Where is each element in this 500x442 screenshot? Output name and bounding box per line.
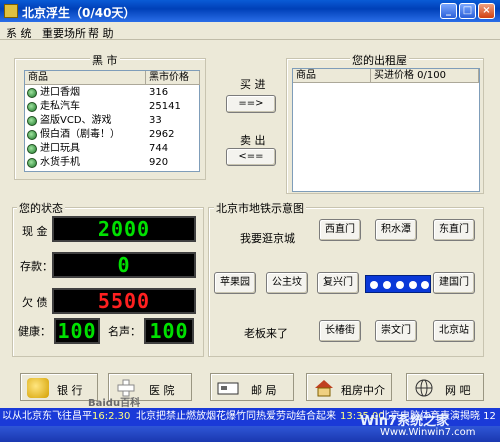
deposit-display: 0: [52, 252, 196, 278]
ticker-text-2: 北京把禁止燃放烟花爆竹同热爱劳动结合起来: [136, 411, 336, 422]
envelope-icon: [217, 378, 239, 398]
deposit-label: 存款：: [20, 260, 53, 273]
rental-list[interactable]: 商品 买进价格 0/100: [292, 68, 480, 192]
station-dot: [370, 281, 378, 289]
maximize-button[interactable]: □: [459, 3, 476, 19]
station-beijingzhan-button[interactable]: 北京站: [433, 320, 475, 342]
list-item[interactable]: 水货手机 920: [25, 156, 199, 170]
station-dot: [383, 281, 391, 289]
subway-line-track: [365, 275, 431, 293]
goods-icon: [27, 88, 37, 98]
cash-display: 2000: [52, 216, 196, 242]
black-market-col-item[interactable]: 商品: [25, 71, 146, 85]
debt-label: 欠 债: [22, 296, 48, 309]
station-fuxingmen-button[interactable]: 复兴门: [317, 272, 359, 294]
goods-icon: [27, 102, 37, 112]
station-dot: [396, 281, 404, 289]
black-market-list[interactable]: 商品 黑市价格 进口香烟 316 走私汽车 25141 盗版VCD、游戏 33 假白酒…: [24, 70, 200, 172]
station-dot: [409, 281, 417, 289]
status-label: 您的状态: [17, 200, 65, 216]
list-item[interactable]: 假白酒（剧毒！） 2962: [25, 128, 199, 142]
minimize-button[interactable]: _: [440, 3, 457, 19]
list-item[interactable]: 进口香烟 316: [25, 86, 199, 100]
subway-row3-text: 老板来了: [244, 327, 288, 340]
title-bar: 北京浮生（0/40天） _ □ ×: [0, 0, 500, 22]
list-item[interactable]: 进口玩具 744: [25, 142, 199, 156]
baidu-watermark: Baidu百科: [88, 398, 141, 409]
buy-button[interactable]: ==>: [226, 95, 276, 113]
house-icon: [313, 378, 335, 398]
station-jianguomen-button[interactable]: 建国门: [433, 272, 475, 294]
post-office-button[interactable]: 邮 局: [210, 373, 294, 401]
goods-icon: [27, 158, 37, 168]
station-gongzhufen-button[interactable]: 公主坟: [266, 272, 308, 294]
rental-label: 您的出租屋: [350, 52, 409, 68]
cash-label: 现 金: [22, 225, 48, 238]
subway-row1-text: 我要逛京城: [240, 232, 295, 245]
debt-display: 5500: [52, 288, 196, 314]
list-item[interactable]: 盗版VCD、游戏 33: [25, 114, 199, 128]
ticker-time-1: 16:2.30: [92, 411, 131, 422]
station-jishuitan-button[interactable]: 积水潭: [375, 219, 417, 241]
black-market-label: 黑 市: [90, 52, 120, 68]
station-dongzhimen-button[interactable]: 东直门: [433, 219, 475, 241]
close-button[interactable]: ×: [478, 3, 495, 19]
black-market-col-price[interactable]: 黑市价格: [146, 71, 200, 85]
fame-display: 100: [144, 318, 194, 344]
bank-icon: [27, 378, 49, 398]
station-pingguoyuan-button[interactable]: 苹果园: [214, 272, 256, 294]
goods-icon: [27, 130, 37, 140]
globe-icon: [413, 378, 435, 398]
list-item[interactable]: 走私汽车 25141: [25, 100, 199, 114]
subway-label: 北京市地铁示意图: [214, 200, 306, 216]
goods-icon: [27, 116, 37, 126]
station-xizhimen-button[interactable]: 西直门: [319, 219, 361, 241]
goods-icon: [27, 144, 37, 154]
station-chongwenmen-button[interactable]: 崇文门: [375, 320, 417, 342]
fame-label: 名声：: [108, 325, 141, 338]
buy-label: 买 进: [240, 78, 266, 91]
winwin7-url: Www.Winwin7.com: [380, 427, 476, 438]
menu-bar: 系 统 重要场所 帮 助: [0, 22, 500, 40]
window-title: 北京浮生（0/40天）: [22, 6, 136, 20]
rental-agency-button[interactable]: 租房中介: [306, 373, 392, 401]
ticker-text-1: 以从北京东飞往昌平: [2, 411, 92, 422]
health-display: 100: [54, 318, 100, 344]
rental-col-item[interactable]: 商品: [293, 69, 371, 83]
internet-cafe-button[interactable]: 网 吧: [406, 373, 484, 401]
bank-button[interactable]: 银 行: [20, 373, 98, 401]
menu-places[interactable]: 重要场所: [42, 25, 86, 41]
health-label: 健康：: [18, 325, 51, 338]
station-dot: [421, 281, 429, 289]
sell-label: 卖 出: [240, 134, 266, 147]
menu-help[interactable]: 帮 助: [88, 25, 114, 41]
station-changchunjie-button[interactable]: 长椿街: [319, 320, 361, 342]
menu-system[interactable]: 系 统: [6, 25, 32, 41]
sell-button[interactable]: <==: [226, 148, 276, 166]
rental-col-price[interactable]: 买进价格 0/100: [371, 69, 479, 83]
app-icon: [4, 4, 18, 18]
